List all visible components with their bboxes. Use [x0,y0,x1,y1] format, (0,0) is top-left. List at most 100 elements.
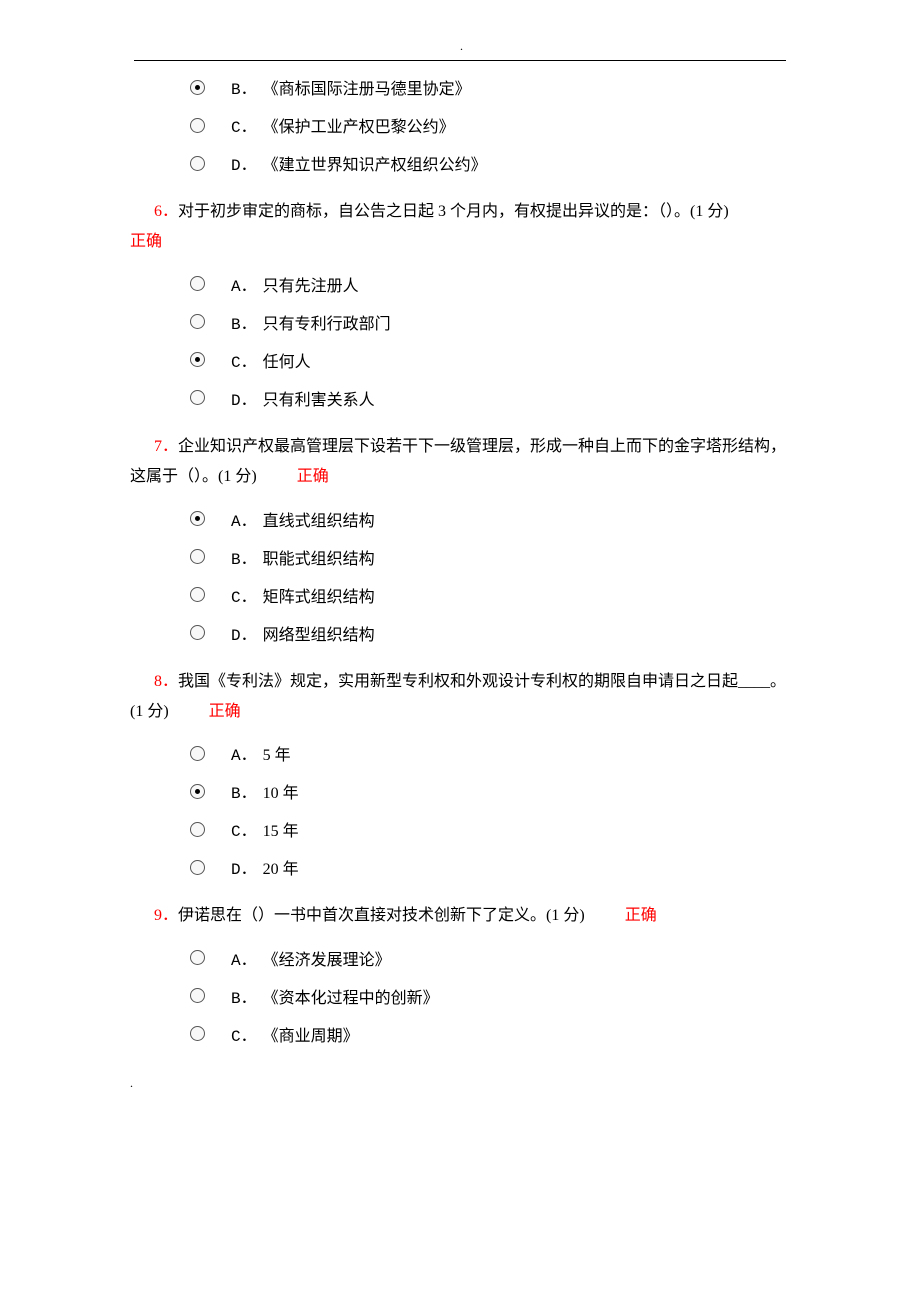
question-score: (1 分) [130,703,169,720]
option-letter: D． [231,855,257,879]
option-text: 只有利害关系人 [263,386,375,410]
option-text: 矩阵式组织结构 [263,583,375,607]
radio-icon[interactable] [190,860,205,875]
option-text: 《经济发展理论》 [263,946,391,970]
option-letter: A． [231,741,257,765]
option-text: 《建立世界知识产权组织公约》 [263,151,487,175]
option-text: 只有专利行政部门 [263,310,391,334]
option-row[interactable]: B． 10 年 [190,779,790,803]
option-text: 20 年 [263,855,299,879]
option-text: 5 年 [263,741,291,765]
question-score: (1 分) [546,907,585,924]
footer-dot: . [130,1076,790,1091]
option-text: 《资本化过程中的创新》 [263,984,439,1008]
correct-label: 正确 [130,227,790,257]
option-letter: D． [231,621,257,645]
option-text: 网络型组织结构 [263,621,375,645]
option-text: 任何人 [263,348,311,372]
option-row[interactable]: D． 《建立世界知识产权组织公约》 [190,151,790,175]
option-row[interactable]: B． 职能式组织结构 [190,545,790,569]
option-text: 直线式组织结构 [263,507,375,531]
option-text: 10 年 [263,779,299,803]
option-letter: D． [231,151,257,175]
top-options-group: B． 《商标国际注册马德里协定》 C． 《保护工业产权巴黎公约》 D． 《建立世… [130,75,790,175]
question-text: 对于初步审定的商标，自公告之日起 3 个月内，有权提出异议的是：（）。 [178,203,690,220]
option-row[interactable]: B． 只有专利行政部门 [190,310,790,334]
radio-icon[interactable] [190,80,205,95]
option-row[interactable]: B． 《商标国际注册马德里协定》 [190,75,790,99]
header-dot: . [460,39,463,54]
document-page: . B． 《商标国际注册马德里协定》 C． 《保护工业产权巴黎公约》 D． 《建… [0,0,920,1151]
radio-icon[interactable] [190,822,205,837]
question-9: 9．伊诺思在（）一书中首次直接对技术创新下了定义。(1 分) 正确 [130,901,790,931]
option-letter: C． [231,1022,257,1046]
radio-icon[interactable] [190,587,205,602]
option-letter: B． [231,779,257,803]
option-row[interactable]: B． 《资本化过程中的创新》 [190,984,790,1008]
radio-icon[interactable] [190,314,205,329]
radio-icon[interactable] [190,156,205,171]
option-letter: D． [231,386,257,410]
option-row[interactable]: A． 只有先注册人 [190,272,790,296]
option-letter: C． [231,817,257,841]
question-6: 6．对于初步审定的商标，自公告之日起 3 个月内，有权提出异议的是：（）。(1 … [130,197,790,258]
option-row[interactable]: D． 20 年 [190,855,790,879]
option-text: 《保护工业产权巴黎公约》 [263,113,455,137]
option-row[interactable]: C． 任何人 [190,348,790,372]
radio-icon[interactable] [190,390,205,405]
radio-icon[interactable] [190,276,205,291]
option-row[interactable]: A． 直线式组织结构 [190,507,790,531]
option-row[interactable]: D． 网络型组织结构 [190,621,790,645]
question-8: 8．我国《专利法》规定，实用新型专利权和外观设计专利权的期限自申请日之日起___… [130,667,790,728]
option-row[interactable]: A． 5 年 [190,741,790,765]
option-letter: B． [231,984,257,1008]
correct-label: 正确 [625,907,657,924]
option-letter: B． [231,545,257,569]
question-number: 8． [154,673,178,690]
option-letter: C． [231,583,257,607]
option-letter: B． [231,310,257,334]
question-score: (1 分) [218,468,257,485]
radio-icon[interactable] [190,950,205,965]
radio-icon[interactable] [190,352,205,367]
radio-icon[interactable] [190,549,205,564]
question-number: 7． [154,438,178,455]
radio-icon[interactable] [190,1026,205,1041]
option-letter: C． [231,113,257,137]
radio-icon[interactable] [190,988,205,1003]
radio-icon[interactable] [190,511,205,526]
option-row[interactable]: A． 《经济发展理论》 [190,946,790,970]
option-text: 只有先注册人 [263,272,359,296]
option-letter: A． [231,946,257,970]
option-text: 《商业周期》 [263,1022,359,1046]
option-row[interactable]: C． 15 年 [190,817,790,841]
radio-icon[interactable] [190,784,205,799]
option-row[interactable]: C． 《保护工业产权巴黎公约》 [190,113,790,137]
option-row[interactable]: C． 《商业周期》 [190,1022,790,1046]
options-group-7: A． 直线式组织结构 B． 职能式组织结构 C． 矩阵式组织结构 D． 网络型组… [130,507,790,645]
question-number: 9． [154,907,178,924]
options-group-8: A． 5 年 B． 10 年 C． 15 年 D． 20 年 [130,741,790,879]
radio-icon[interactable] [190,118,205,133]
correct-label: 正确 [209,703,241,720]
question-score: (1 分) [690,203,729,220]
radio-icon[interactable] [190,625,205,640]
option-letter: C． [231,348,257,372]
options-group-9: A． 《经济发展理论》 B． 《资本化过程中的创新》 C． 《商业周期》 [130,946,790,1046]
question-text: 伊诺思在（）一书中首次直接对技术创新下了定义。 [178,907,546,924]
question-text: 我国《专利法》规定，实用新型专利权和外观设计专利权的期限自申请日之日起____。 [178,673,786,690]
options-group-6: A． 只有先注册人 B． 只有专利行政部门 C． 任何人 D． 只有利害关系人 [130,272,790,410]
option-text: 15 年 [263,817,299,841]
header-rule: . [134,60,786,61]
option-letter: A． [231,272,257,296]
correct-label: 正确 [297,468,329,485]
question-7: 7．企业知识产权最高管理层下设若干下一级管理层，形成一种自上而下的金字塔形结构，… [130,432,790,493]
radio-icon[interactable] [190,746,205,761]
question-number: 6． [154,203,178,220]
option-text: 《商标国际注册马德里协定》 [263,75,471,99]
option-text: 职能式组织结构 [263,545,375,569]
option-letter: A． [231,507,257,531]
option-row[interactable]: C． 矩阵式组织结构 [190,583,790,607]
option-row[interactable]: D． 只有利害关系人 [190,386,790,410]
option-letter: B． [231,75,257,99]
